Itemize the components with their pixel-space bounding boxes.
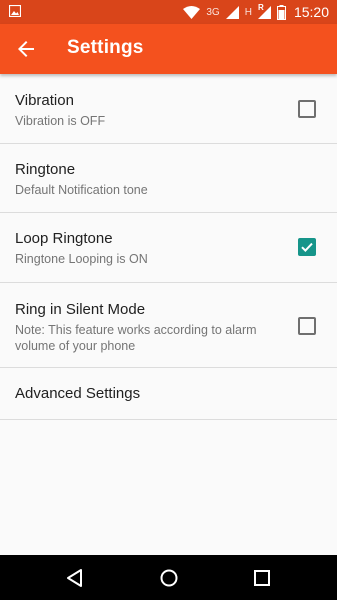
signal-icon <box>225 5 239 19</box>
setting-title: Advanced Settings <box>15 385 141 402</box>
setting-subtitle: Vibration is OFF <box>15 114 106 128</box>
setting-subtitle: Default Notification tone <box>15 183 148 197</box>
setting-advanced[interactable]: Advanced Settings <box>0 368 337 420</box>
roaming-r-label: R <box>257 2 264 12</box>
setting-ringtone[interactable]: Ringtone Default Notification tone <box>0 144 337 213</box>
setting-subtitle: Note: This feature works according to al… <box>15 323 257 353</box>
network-type-label: 3G <box>206 6 220 18</box>
roaming-indicator: H <box>244 6 252 18</box>
setting-ring-in-silent-mode[interactable]: Ring in Silent Mode Note: This feature w… <box>0 283 337 368</box>
clock: 15:20 <box>293 4 329 20</box>
home-circle-icon[interactable] <box>158 567 180 589</box>
setting-vibration[interactable]: Vibration Vibration is OFF <box>0 74 337 144</box>
navigation-bar <box>0 555 337 600</box>
arrow-back-icon[interactable] <box>14 37 38 61</box>
page-title: Settings <box>67 37 144 58</box>
setting-title: Vibration <box>15 92 74 109</box>
setting-loop-ringtone[interactable]: Loop Ringtone Ringtone Looping is ON <box>0 213 337 283</box>
checkmark-icon <box>301 242 313 253</box>
settings-list: Vibration Vibration is OFF Ringtone Defa… <box>0 74 337 420</box>
app-bar: Settings <box>0 24 337 74</box>
image-icon <box>9 5 21 17</box>
loop-ringtone-checkbox[interactable] <box>298 238 316 256</box>
recents-square-icon[interactable] <box>251 567 273 589</box>
battery-icon <box>276 4 286 20</box>
setting-title: Loop Ringtone <box>15 230 113 247</box>
signal-roaming-icon: R <box>257 2 271 19</box>
setting-title: Ringtone <box>15 161 76 178</box>
setting-subtitle: Ringtone Looping is ON <box>15 252 148 266</box>
vibration-checkbox[interactable] <box>298 100 316 118</box>
wifi-icon <box>183 5 201 19</box>
back-triangle-icon[interactable] <box>64 567 86 589</box>
status-bar: 3G H R 15:20 <box>0 0 337 24</box>
ring-silent-checkbox[interactable] <box>298 317 316 335</box>
setting-title: Ring in Silent Mode <box>15 301 146 318</box>
